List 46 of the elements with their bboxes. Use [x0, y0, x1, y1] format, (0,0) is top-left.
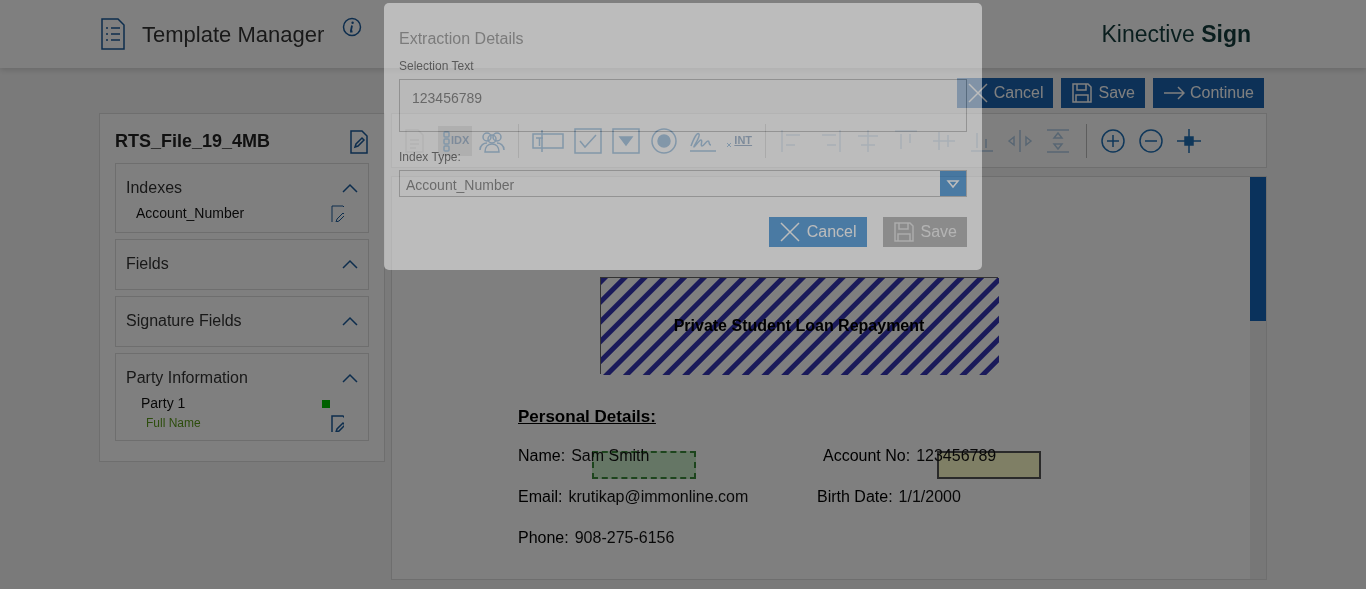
section-heading: Personal Details:	[518, 407, 656, 426]
party-color-square	[322, 399, 330, 408]
selection-text-field[interactable]: 123456789	[399, 79, 967, 132]
cancel-icon	[966, 82, 989, 104]
dialog-title: Extraction Details	[399, 29, 525, 49]
field-item[interactable]: Full Name	[146, 414, 201, 432]
template-name: RTS_File_19_4MB	[115, 130, 271, 153]
section-item[interactable]: Account_Number	[136, 203, 245, 224]
edit-icon	[330, 205, 344, 222]
checkbox-icon	[574, 127, 603, 154]
cancel-icon	[778, 221, 801, 243]
edit-icon[interactable]	[349, 129, 369, 154]
dropdown-icon	[612, 127, 641, 154]
page-title: Template Manager	[142, 20, 325, 49]
list-document-icon	[100, 18, 126, 50]
dropdown-arrow-icon	[946, 178, 960, 189]
section-item[interactable]: Party 1	[141, 393, 186, 414]
save-icon	[892, 221, 915, 243]
brand-logo: Kinective Sign	[1101, 19, 1251, 49]
field-label: Birth Date:	[817, 486, 893, 507]
field-label: Email:	[518, 486, 563, 507]
section-title[interactable]: Signature Fields	[126, 309, 242, 333]
field-value: 908-275-6156	[574, 527, 675, 548]
field-value: 1/1/2000	[898, 486, 961, 507]
radio-button-icon	[650, 127, 679, 154]
info-icon	[342, 17, 363, 37]
field-value: Sam Smith	[571, 443, 650, 485]
edit-icon	[330, 414, 344, 432]
section-title[interactable]: Indexes	[126, 176, 183, 200]
cancel-button[interactable]: Cancel	[956, 78, 1054, 108]
section-title[interactable]: Fields	[126, 252, 169, 276]
field-label: Name:	[518, 445, 566, 466]
scrollbar-thumb[interactable]	[1250, 177, 1266, 321]
field-value: krutikap@immonline.com	[568, 486, 749, 507]
field-label: Phone:	[518, 527, 569, 548]
initials-tool[interactable]: INT	[723, 130, 756, 151]
field-label: Account No:	[823, 445, 911, 466]
save-button[interactable]: Save	[1061, 78, 1145, 108]
section-title[interactable]: Party Information	[126, 366, 248, 390]
scrollbar[interactable]	[1250, 177, 1266, 579]
field-label: Selection Text	[399, 59, 475, 73]
index-type-select[interactable]: Account_Number	[399, 170, 967, 197]
text-field-icon	[532, 127, 565, 154]
save-icon	[1071, 82, 1094, 104]
cancel-button[interactable]: Cancel	[768, 217, 867, 247]
continue-button[interactable]: Continue	[1152, 78, 1264, 108]
